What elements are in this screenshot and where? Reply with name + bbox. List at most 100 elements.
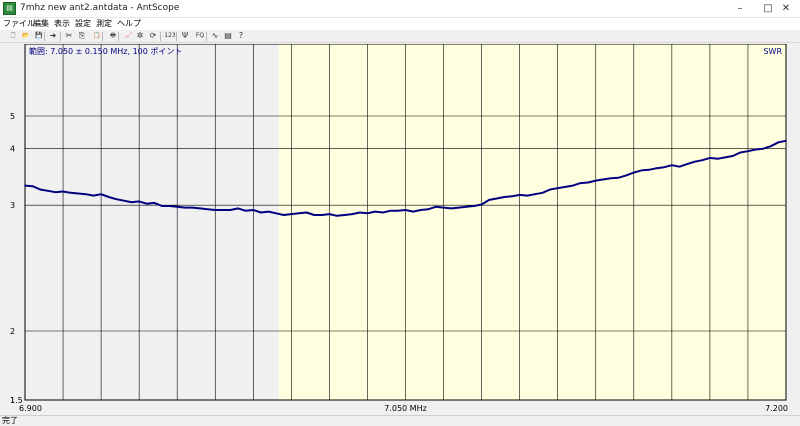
menu-view[interactable]: 表示 [54,18,70,30]
swr-point [541,192,544,194]
swr-point [252,209,255,211]
toolbar-separator [176,32,177,41]
swr-point [625,174,627,177]
numeric-button[interactable]: 123 [163,31,177,41]
open-icon[interactable]: 📂 [19,31,33,41]
swr-point [716,158,719,160]
menu-help[interactable]: ヘルプ [117,18,141,30]
swr-point [633,171,635,174]
swr-point [701,159,704,162]
help-icon[interactable]: ? [236,31,246,41]
status-text: 完了 [2,416,18,425]
swr-point [747,150,749,153]
refresh-icon[interactable]: ⟳ [148,31,158,41]
swr-point [343,214,346,216]
sweep-icon[interactable]: ∿ [210,31,220,41]
menu-edit[interactable]: 編集 [33,18,49,30]
swr-point [397,210,399,212]
swr-point [290,213,293,215]
swr-point [731,155,734,157]
swr-point [435,205,437,208]
swr-chart[interactable]: 1 1.5 2 3 4 5 6.900 7.050 MHz 7.200 範囲: 7.050 ± 0… [0,44,800,415]
swr-point [534,193,536,196]
swr-point [39,188,42,191]
swr-point [145,202,148,205]
swr-point [564,186,567,188]
swr-point [305,211,308,214]
swr-point [693,160,696,163]
swr-point [153,202,156,204]
scan-icon[interactable]: ✲ [135,31,145,41]
close-icon[interactable]: ✕ [772,0,800,18]
menu-bar: ファイル 編集 表示 設定 測定 ヘルプ [0,18,800,30]
swr-point [100,193,102,196]
swr-point [473,205,475,207]
y-tick-label: 3 [10,201,15,210]
swr-point [640,169,643,172]
swr-point [298,212,300,215]
swr-point [85,193,87,196]
copy-icon[interactable]: ⎘ [77,31,87,41]
swr-point [686,163,688,165]
menu-settings[interactable]: 設定 [75,18,91,30]
swr-point [62,190,64,193]
swr-point [359,211,361,214]
swr-point [769,145,772,148]
swr-point [663,166,666,169]
swr-point [488,199,491,201]
minimize-icon[interactable]: – [726,0,754,18]
swr-point [351,213,354,215]
swr-point [282,214,285,216]
x-tick-label: 7.200 [765,404,788,413]
swr-point [655,167,658,170]
swr-point [785,140,787,142]
table-icon[interactable]: ▤ [223,31,233,41]
antenna-icon[interactable]: Ψ [180,31,190,41]
swr-point [24,184,26,187]
swr-point [549,188,551,191]
swr-point [518,194,521,196]
swr-point [320,214,323,216]
swr-point [229,209,232,211]
swr-point [260,211,262,214]
new-icon[interactable]: 🗋 [6,31,20,41]
swr-point [275,212,277,215]
swr-point [92,194,95,197]
swr-point [214,209,217,211]
swr-point [602,178,605,181]
swr-point [465,205,468,208]
menu-measure[interactable]: 測定 [96,18,112,30]
swr-point [161,205,163,207]
x-tick-label: 6.900 [19,404,42,413]
fq-button[interactable]: FQ [193,31,207,41]
swr-point [648,169,650,171]
swr-point [572,184,574,187]
toolbar-separator [60,32,61,41]
swr-point [31,185,34,188]
swr-point [709,157,711,159]
menu-file[interactable]: ファイル [3,18,35,30]
swr-point [762,147,764,150]
window-title: 7mhz new ant2.antdata - AntScope [20,3,180,13]
toolbar-separator [160,32,161,41]
swr-point [184,206,186,209]
swr-point [610,177,612,180]
swr-point [54,191,57,193]
swr-point [366,212,369,215]
swr-point [199,207,201,210]
series-label-swr: SWR [763,47,782,56]
swr-point [412,210,414,213]
toolbar: 🗋 📂 💾 ➜ ✂ ⎘ 📋 🖶 📈 ✲ ⟳ 123 Ψ FQ ∿ ▤? [0,30,800,43]
swr-point [457,206,460,209]
swr-point [754,148,757,151]
export-icon[interactable]: ➜ [48,31,58,41]
swr-chart-svg: 11.523456.900 7.050 MHz 7.200範囲: 7.050 ± 0… [10,44,788,413]
swr-point [191,206,194,209]
swr-point [556,187,559,189]
swr-point [503,196,506,198]
swr-point [511,195,513,198]
swr-point [404,209,407,211]
cut-icon[interactable]: ✂ [64,31,74,41]
swr-point [130,201,133,203]
chart-icon[interactable]: 📈 [122,31,136,41]
